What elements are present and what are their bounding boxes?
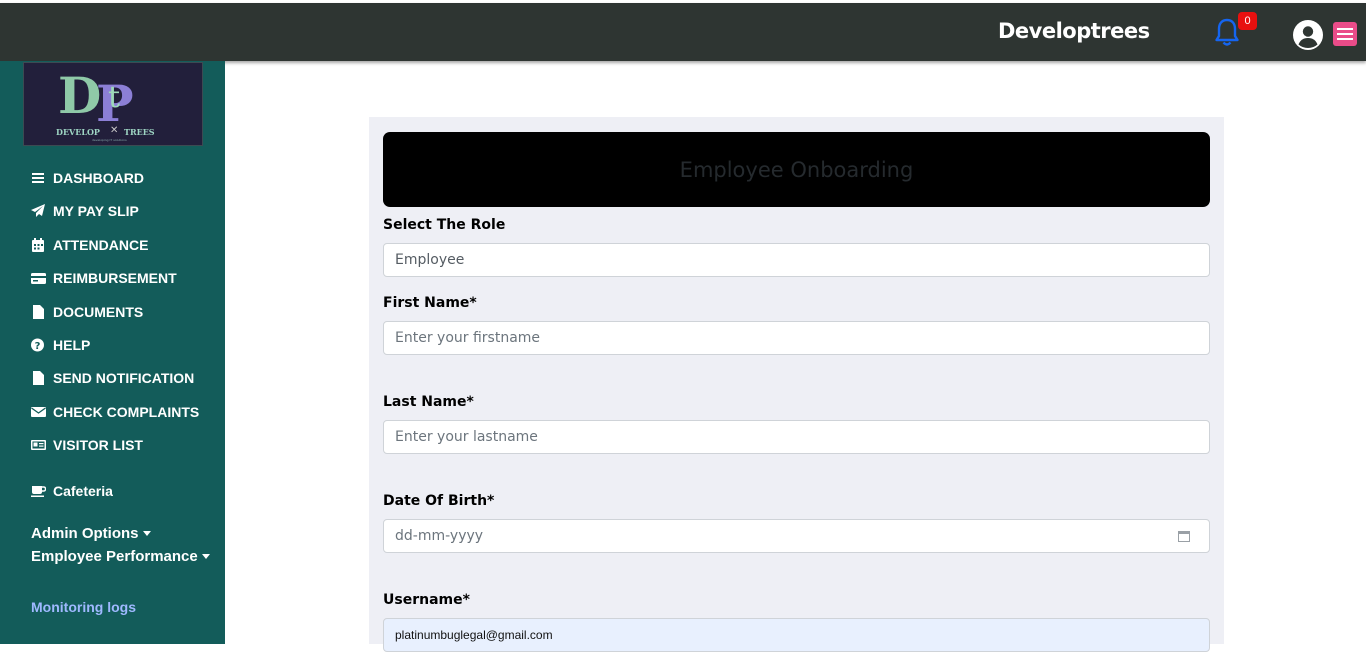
caret-down-icon (142, 530, 151, 536)
calendar-icon (32, 238, 44, 252)
file-icon (33, 305, 44, 319)
first-name-label: First Name* (383, 295, 477, 311)
role-select[interactable]: Employee (383, 243, 1210, 277)
form-title: Employee Onboarding (383, 132, 1210, 207)
sidebar-item-help[interactable]: ? HELP (31, 335, 90, 355)
coffee-cup-icon (31, 486, 46, 497)
sidebar: D P t DEVELOP ✕ TREES developing IT solu… (0, 61, 225, 644)
sidebar-item-label: DASHBOARD (53, 170, 144, 186)
paper-plane-icon (31, 204, 45, 217)
top-navbar: Developtrees 0 (0, 3, 1366, 61)
svg-text:TREES: TREES (124, 127, 155, 137)
hamburger-line (1337, 33, 1353, 35)
svg-text:?: ? (35, 341, 41, 352)
id-card-icon (31, 440, 46, 450)
svg-text:developing IT solutions: developing IT solutions (92, 138, 127, 142)
question-circle-icon: ? (31, 338, 44, 352)
sidebar-item-visitor-list[interactable]: VISITOR LIST (31, 435, 143, 455)
sidebar-item-documents[interactable]: DOCUMENTS (31, 302, 143, 322)
credit-card-icon (31, 273, 46, 284)
company-logo: D P t DEVELOP ✕ TREES developing IT solu… (23, 62, 203, 146)
brand-title: Developtrees (998, 19, 1150, 43)
user-avatar-icon[interactable] (1292, 19, 1324, 51)
notification-count-badge: 0 (1238, 12, 1257, 30)
sidebar-item-label: MY PAY SLIP (53, 203, 139, 219)
sidebar-item-check-complaints[interactable]: CHECK COMPLAINTS (31, 402, 199, 422)
file-icon (33, 371, 44, 385)
hamburger-line (1337, 38, 1353, 40)
sidebar-item-label: Cafeteria (53, 483, 113, 499)
sidebar-item-attendance[interactable]: ATTENDANCE (31, 235, 148, 255)
dob-placeholder: dd-mm-yyyy (395, 528, 484, 544)
sidebar-item-label: SEND NOTIFICATION (53, 370, 195, 386)
sidebar-item-label: CHECK COMPLAINTS (53, 404, 200, 420)
first-name-input[interactable]: Enter your firstname (383, 321, 1210, 355)
hamburger-line (1337, 28, 1353, 30)
svg-text:✕: ✕ (110, 125, 118, 136)
username-input[interactable]: platinumbuglegal@gmail.com (383, 618, 1210, 652)
calendar-picker-icon[interactable] (1178, 530, 1190, 542)
monitoring-logs-link[interactable]: Monitoring logs (31, 597, 136, 617)
sidebar-item-label: HELP (53, 337, 91, 353)
bars-icon (32, 173, 44, 183)
sidebar-item-reimbursement[interactable]: REIMBURSEMENT (31, 268, 177, 288)
caret-down-icon (201, 553, 210, 559)
last-name-label: Last Name* (383, 394, 474, 410)
monitoring-logs-label: Monitoring logs (31, 599, 136, 615)
dob-input[interactable]: dd-mm-yyyy (383, 519, 1210, 553)
svg-text:D: D (58, 66, 101, 125)
onboarding-form-panel: Employee Onboarding Select The Role Empl… (369, 117, 1224, 652)
sidebar-item-dashboard[interactable]: DASHBOARD (31, 168, 144, 188)
employee-performance-dropdown[interactable]: Employee Performance (31, 546, 210, 566)
sidebar-item-label: ATTENDANCE (53, 237, 149, 253)
role-label: Select The Role (383, 217, 506, 233)
sidebar-item-label: VISITOR LIST (53, 437, 143, 453)
sidebar-item-my-pay-slip[interactable]: MY PAY SLIP (31, 201, 139, 221)
svg-text:t: t (108, 80, 120, 115)
sidebar-item-cafeteria[interactable]: Cafeteria (31, 481, 113, 501)
sidebar-item-send-notification[interactable]: SEND NOTIFICATION (31, 368, 194, 388)
admin-options-dropdown[interactable]: Admin Options (31, 523, 151, 543)
employee-performance-label: Employee Performance (31, 547, 198, 565)
menu-toggle-button[interactable] (1333, 22, 1357, 46)
last-name-input[interactable]: Enter your lastname (383, 420, 1210, 454)
svg-text:DEVELOP: DEVELOP (56, 127, 100, 137)
admin-options-label: Admin Options (31, 524, 139, 542)
dob-label: Date Of Birth* (383, 493, 495, 509)
sidebar-item-label: DOCUMENTS (53, 304, 144, 320)
sidebar-item-label: REIMBURSEMENT (53, 270, 177, 286)
envelope-icon (31, 407, 46, 417)
username-label: Username* (383, 592, 470, 608)
